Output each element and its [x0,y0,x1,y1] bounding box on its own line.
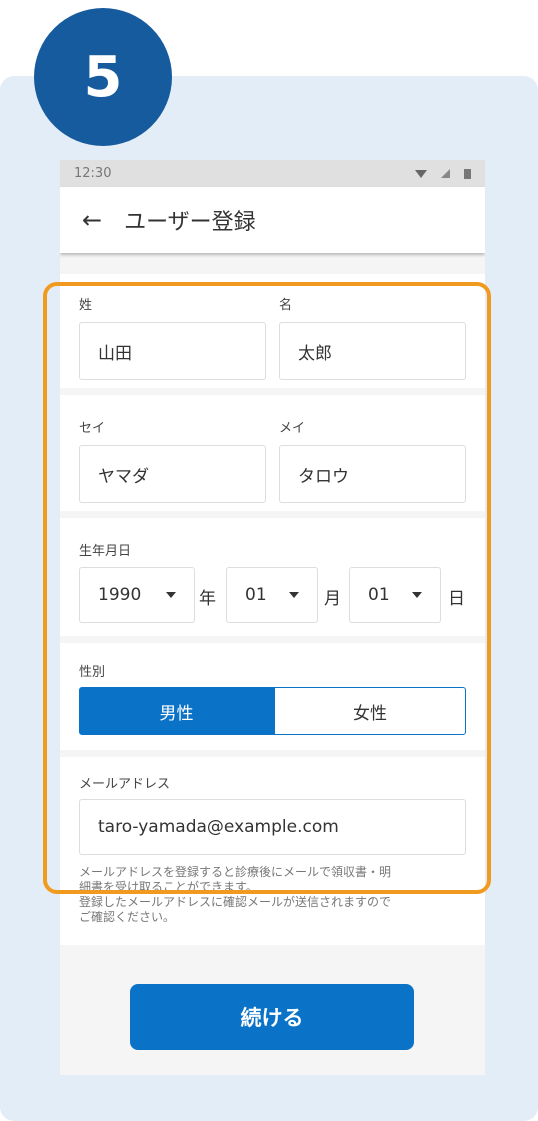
email-note-line: メールアドレスを登録すると診療後にメールで領収書・明 [79,865,392,879]
email-section: メールアドレス taro-yamada@example.com メールアドレスを… [60,757,485,945]
birthdate-section: 生年月日 1990 年 01 月 01 日 [60,518,485,636]
last-name-field[interactable]: 山田 [79,322,266,380]
birthdate-label: 生年月日 [79,544,132,559]
chevron-down-icon [412,592,422,598]
gender-male-button[interactable]: 男性 [79,687,274,735]
first-name-kana-field[interactable]: タロウ [279,445,466,503]
status-icons [415,168,471,179]
status-bar: 12:30 [60,160,485,187]
gender-female-button[interactable]: 女性 [274,687,466,735]
email-label: メールアドレス [79,777,171,792]
arrow-left-icon[interactable]: ← [82,208,102,232]
page-title: ユーザー登録 [124,210,256,235]
month-unit: 月 [324,589,341,609]
email-field[interactable]: taro-yamada@example.com [79,799,466,855]
last-name-kana-field[interactable]: ヤマダ [79,445,266,503]
status-time: 12:30 [74,166,112,181]
first-name-field[interactable]: 太郎 [279,322,466,380]
chevron-down-icon [289,592,299,598]
birth-month-value: 01 [245,585,267,605]
kana-section: セイ メイ ヤマダ タロウ [60,395,485,511]
step-number-badge: 5 [34,8,172,146]
wifi-icon [415,169,427,178]
last-name-kana-label: セイ [79,421,106,436]
email-note: メールアドレスを登録すると診療後にメールで領収書・明 細書を受け取ることができま… [79,865,469,925]
gender-section: 性別 男性 女性 [60,643,485,750]
day-unit: 日 [448,589,465,609]
first-name-kana-label: メイ [279,421,306,436]
birth-day-select[interactable]: 01 [349,567,441,623]
name-section: 姓 名 山田 太郎 [60,274,485,388]
email-note-line: 細書を受け取ることができます。 [79,880,258,894]
email-note-line: ご確認ください。 [79,910,176,924]
birth-month-select[interactable]: 01 [226,567,318,623]
last-name-label: 姓 [79,298,93,313]
year-unit: 年 [199,589,216,609]
gender-label: 性別 [79,665,106,680]
app-bar: ← ユーザー登録 [60,187,485,253]
birth-year-value: 1990 [98,585,142,605]
continue-button[interactable]: 続ける [130,984,414,1050]
first-name-label: 名 [279,298,293,313]
birth-year-select[interactable]: 1990 [79,567,195,623]
battery-icon [464,168,471,179]
email-note-line: 登録したメールアドレスに確認メールが送信されますので [79,895,392,909]
birth-day-value: 01 [368,585,390,605]
phone-screen: 12:30 ← ユーザー登録 姓 名 山田 太郎 セイ メイ ヤマダ タロウ 生… [60,160,485,1075]
signal-icon [441,169,450,178]
chevron-down-icon [166,592,176,598]
